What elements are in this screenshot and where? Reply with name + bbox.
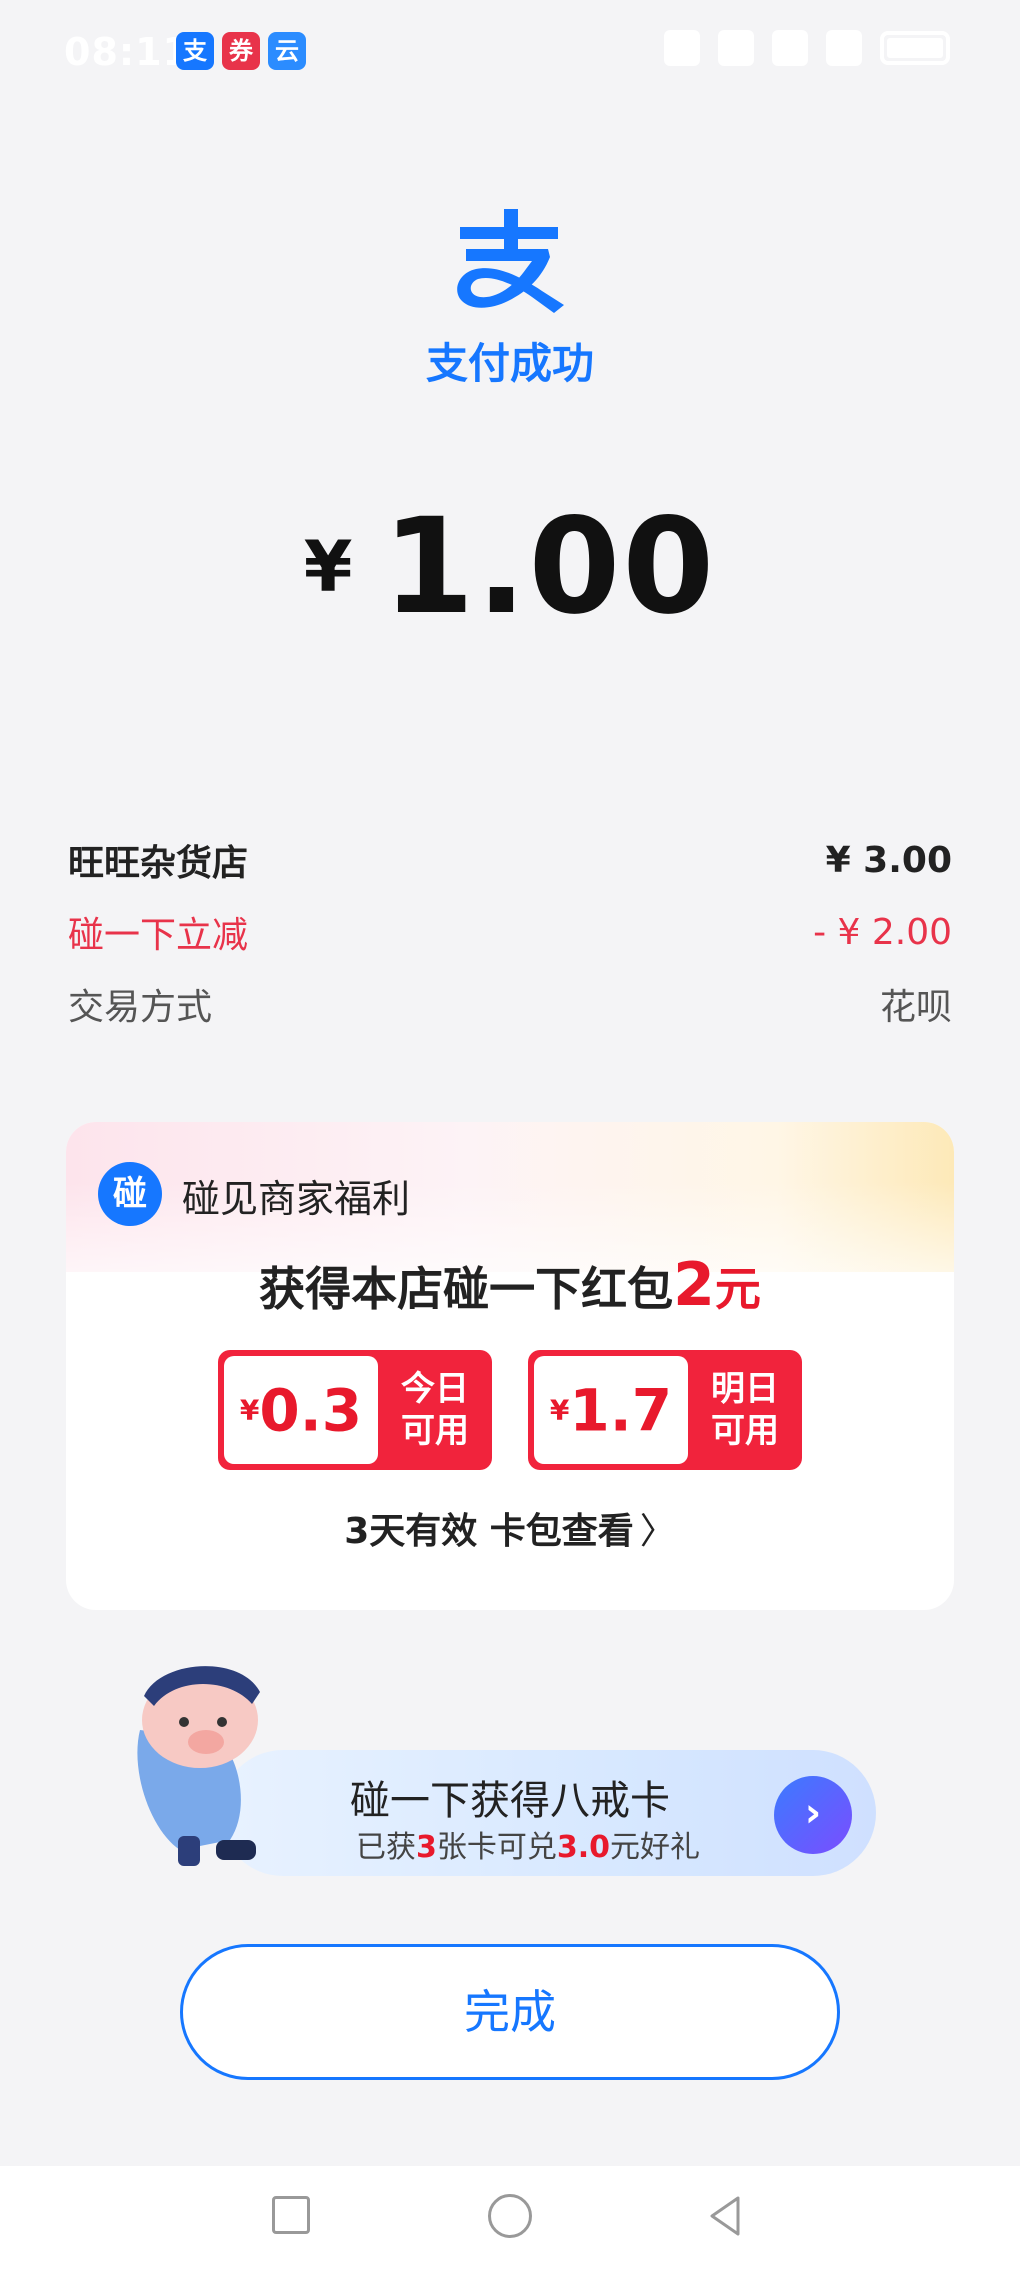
- alipay-app-icon: 支: [176, 32, 214, 70]
- system-nav-bar: [0, 2166, 1020, 2270]
- red-packet-headline: 获得本店碰一下红包2元: [66, 1250, 954, 1320]
- coupon-today[interactable]: ¥0.3 今日 可用: [218, 1350, 492, 1470]
- banner-subtitle: 已获3张卡可兑3.0元好礼: [356, 1830, 701, 1865]
- coupon-value: 0.3: [259, 1376, 363, 1445]
- coupon-label-line2: 可用: [401, 1411, 469, 1451]
- coupon-value: 1.7: [569, 1376, 673, 1445]
- cloud-app-icon: 云: [268, 32, 306, 70]
- detail-row-merchant: 旺旺杂货店 ¥ 3.00: [68, 832, 952, 888]
- payment-method-value: 花呗: [879, 987, 952, 1028]
- headline-amount: 2: [673, 1250, 715, 1320]
- coupon-currency: ¥: [549, 1393, 570, 1427]
- chevron-right-icon: 〉: [639, 1511, 676, 1552]
- home-icon[interactable]: [488, 2194, 532, 2238]
- status-time: 08:11: [64, 30, 190, 74]
- merchant-name: 旺旺杂货店: [68, 843, 249, 884]
- detail-row-payment-method: 交易方式 花呗: [68, 976, 952, 1032]
- currency-symbol: ¥: [303, 526, 353, 608]
- wifi-icon: [772, 30, 808, 66]
- coupon-label-line1: 今日: [401, 1369, 469, 1409]
- cards-count: 3: [416, 1830, 437, 1865]
- payment-amount: ¥1.00: [0, 490, 1020, 644]
- back-icon[interactable]: [704, 2194, 748, 2238]
- payment-status-text: 支付成功: [425, 339, 594, 388]
- arrow-right-icon[interactable]: ›: [774, 1776, 852, 1854]
- nfc-icon: [664, 30, 700, 66]
- recents-icon[interactable]: [272, 2196, 310, 2234]
- merchant-price: ¥ 3.00: [825, 839, 952, 881]
- amount-value: 1.00: [382, 490, 717, 644]
- card-title: 碰见商家福利: [182, 1177, 411, 1221]
- battery-icon: [880, 31, 950, 65]
- banner-title: 碰一下获得八戒卡: [350, 1778, 670, 1824]
- coupon-label-line2: 可用: [711, 1411, 779, 1451]
- discount-value: - ¥ 2.00: [813, 911, 952, 953]
- headline-unit: 元: [714, 1262, 761, 1316]
- coupon-app-icon: 券: [222, 32, 260, 70]
- mute-icon: [718, 30, 754, 66]
- coupon-label-line1: 明日: [711, 1369, 779, 1409]
- status-icons: [664, 30, 950, 66]
- gift-value: 3.0: [556, 1830, 611, 1865]
- bajie-card-banner[interactable]: 碰一下获得八戒卡 已获3张卡可兑3.0元好礼 ›: [220, 1750, 876, 1876]
- done-button[interactable]: 完成: [180, 1944, 840, 2080]
- detail-row-discount: 碰一下立减 - ¥ 2.00: [68, 904, 952, 960]
- payment-method-label: 交易方式: [68, 987, 213, 1028]
- view-card-wallet-link[interactable]: 3天有效 卡包查看〉: [66, 1502, 954, 1554]
- bajie-mascot-icon: [137, 1666, 260, 1866]
- status-bar: 08:11 支 券 云: [0, 0, 1020, 110]
- signal-icon: [826, 30, 862, 66]
- validity-text: 3天有效 卡包查看: [344, 1511, 634, 1552]
- discount-label: 碰一下立减: [68, 915, 249, 956]
- headline-text: 获得本店碰一下红包: [259, 1262, 674, 1316]
- peng-icon: 碰: [98, 1162, 162, 1226]
- alipay-logo-icon: [457, 209, 564, 313]
- merchant-benefit-card: 碰 碰见商家福利 获得本店碰一下红包2元 ¥0.3 今日 可用 ¥1.7 明日 …: [66, 1122, 954, 1610]
- coupon-currency: ¥: [239, 1393, 260, 1427]
- coupon-tomorrow[interactable]: ¥1.7 明日 可用: [528, 1350, 802, 1470]
